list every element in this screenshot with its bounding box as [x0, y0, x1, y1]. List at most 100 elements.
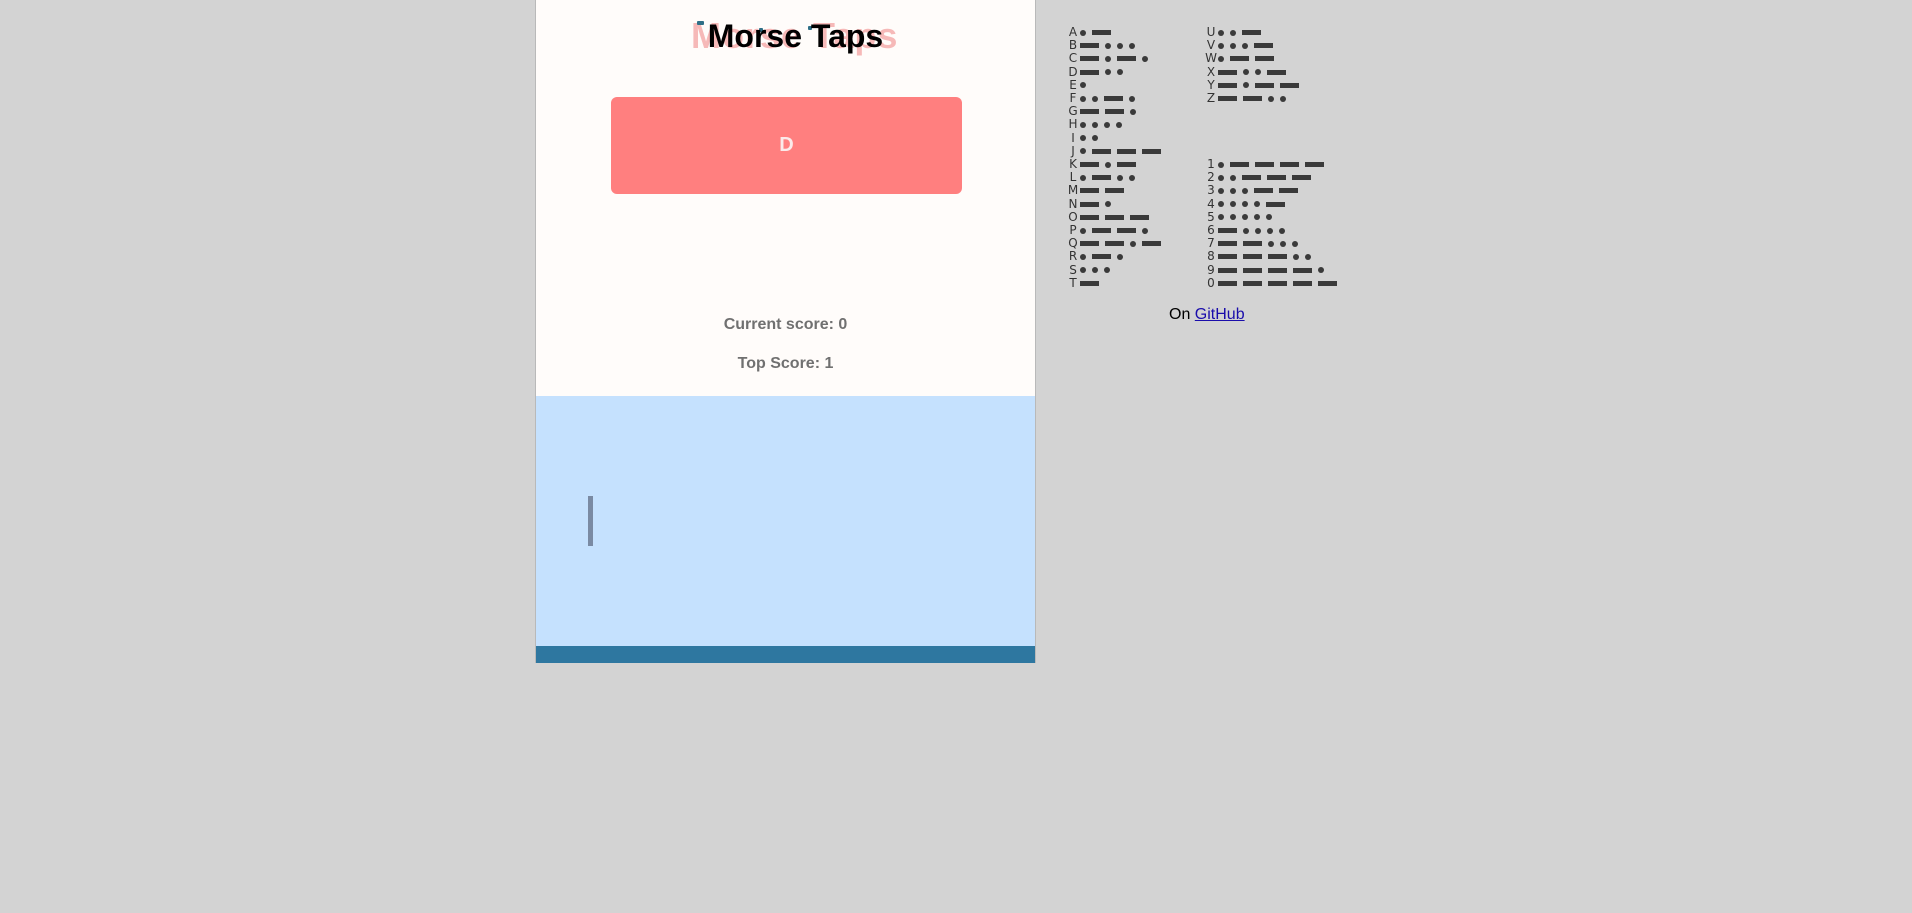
morse-dot	[1117, 253, 1123, 260]
morse-dot	[1218, 161, 1224, 168]
morse-dot	[1092, 121, 1098, 128]
morse-dot	[1268, 95, 1274, 102]
morse-dash	[1242, 175, 1261, 181]
morse-dot	[1242, 187, 1248, 194]
morse-char: X	[1206, 64, 1216, 79]
morse-char: Z	[1206, 91, 1216, 105]
morse-dash	[1218, 96, 1237, 101]
morse-dash	[1218, 69, 1237, 75]
target-letter-card: D	[611, 97, 962, 194]
morse-dot	[1242, 201, 1248, 208]
morse-dash	[1280, 162, 1299, 167]
morse-dash	[1117, 162, 1136, 167]
morse-dash	[1104, 96, 1123, 101]
morse-row-g: G	[1067, 105, 1142, 118]
morse-dash	[1243, 96, 1262, 101]
github-footer: On GitHub	[1169, 306, 1245, 324]
morse-char: I	[1071, 130, 1075, 145]
morse-dash	[1218, 280, 1237, 286]
morse-dash	[1280, 82, 1299, 88]
morse-row-4: 4	[1205, 197, 1291, 211]
morse-char: P	[1069, 223, 1077, 237]
morse-row-j: J	[1067, 144, 1167, 158]
morse-row-1: 1	[1205, 158, 1330, 171]
morse-dot	[1092, 135, 1098, 142]
morse-row-c: C	[1067, 52, 1154, 65]
morse-char: E	[1069, 77, 1077, 92]
morse-dot	[1130, 240, 1136, 247]
morse-dot	[1080, 148, 1086, 155]
morse-char: A	[1068, 25, 1078, 39]
morse-row-o: O	[1067, 210, 1155, 224]
morse-row-v: V	[1205, 39, 1279, 52]
morse-dot	[1230, 214, 1236, 221]
current-score: Current score: 0	[723, 316, 848, 333]
morse-char: C	[1068, 51, 1078, 66]
morse-dot	[1080, 253, 1086, 260]
morse-char: 1	[1207, 157, 1215, 171]
morse-dot	[1243, 82, 1249, 89]
morse-dot	[1230, 187, 1236, 194]
morse-dash	[1268, 267, 1287, 273]
morse-dot	[1080, 29, 1086, 36]
morse-char: F	[1069, 91, 1077, 105]
morse-row-f: F	[1067, 92, 1141, 105]
morse-dash	[1230, 162, 1249, 167]
morse-dash	[1105, 109, 1124, 115]
morse-dot	[1293, 253, 1299, 260]
morse-dot	[1292, 240, 1298, 247]
morse-char: 3	[1207, 183, 1215, 198]
morse-dash	[1092, 254, 1111, 260]
morse-row-s: S	[1067, 263, 1116, 277]
morse-dash	[1080, 241, 1099, 247]
morse-dash	[1080, 109, 1099, 115]
morse-row-p: P	[1067, 224, 1154, 237]
morse-dot	[1230, 42, 1236, 49]
morse-dash	[1218, 228, 1237, 233]
morse-dot	[1116, 121, 1122, 128]
morse-char: T	[1069, 275, 1077, 290]
morse-char: 7	[1207, 236, 1215, 251]
morse-dash	[1080, 188, 1099, 194]
morse-dash	[1243, 280, 1262, 286]
morse-row-0: 0	[1205, 276, 1343, 290]
morse-dot	[1129, 95, 1135, 102]
morse-dot	[1218, 187, 1224, 194]
morse-dash	[1243, 241, 1262, 247]
morse-dash	[1080, 69, 1099, 75]
morse-row-2: 2	[1205, 171, 1317, 184]
morse-dot	[1243, 227, 1249, 234]
morse-dot	[1105, 161, 1111, 168]
morse-dash	[1268, 254, 1287, 260]
morse-dot	[1218, 55, 1224, 62]
morse-char: 8	[1207, 249, 1215, 264]
morse-dot	[1280, 240, 1286, 247]
morse-row-q: Q	[1067, 237, 1167, 250]
morse-dash	[1092, 175, 1111, 181]
morse-row-n: N	[1067, 196, 1117, 211]
morse-dash	[1080, 201, 1099, 207]
morse-row-u: U	[1205, 26, 1267, 39]
morse-char: 9	[1207, 262, 1215, 277]
morse-dot	[1280, 95, 1286, 102]
morse-dash	[1230, 56, 1249, 62]
tap-input-area[interactable]	[536, 396, 1035, 646]
morse-char: G	[1068, 104, 1078, 119]
morse-char: N	[1068, 196, 1078, 211]
morse-dash	[1092, 228, 1111, 233]
morse-dash	[1142, 241, 1161, 247]
morse-dash	[1080, 43, 1099, 49]
github-link[interactable]: GitHub	[1195, 306, 1245, 323]
morse-dash	[1242, 30, 1261, 35]
morse-dash	[1293, 267, 1312, 273]
morse-row-x: X	[1205, 64, 1292, 79]
morse-dot	[1130, 108, 1136, 115]
morse-dot	[1242, 214, 1248, 221]
morse-dot	[1117, 42, 1123, 49]
title-area: Morse Taps Morse Taps	[536, 12, 1035, 60]
morse-dot	[1218, 29, 1224, 36]
morse-dash	[1266, 201, 1285, 207]
morse-dash	[1305, 162, 1324, 167]
morse-row-5: 5	[1205, 210, 1278, 224]
morse-dot	[1104, 121, 1110, 128]
